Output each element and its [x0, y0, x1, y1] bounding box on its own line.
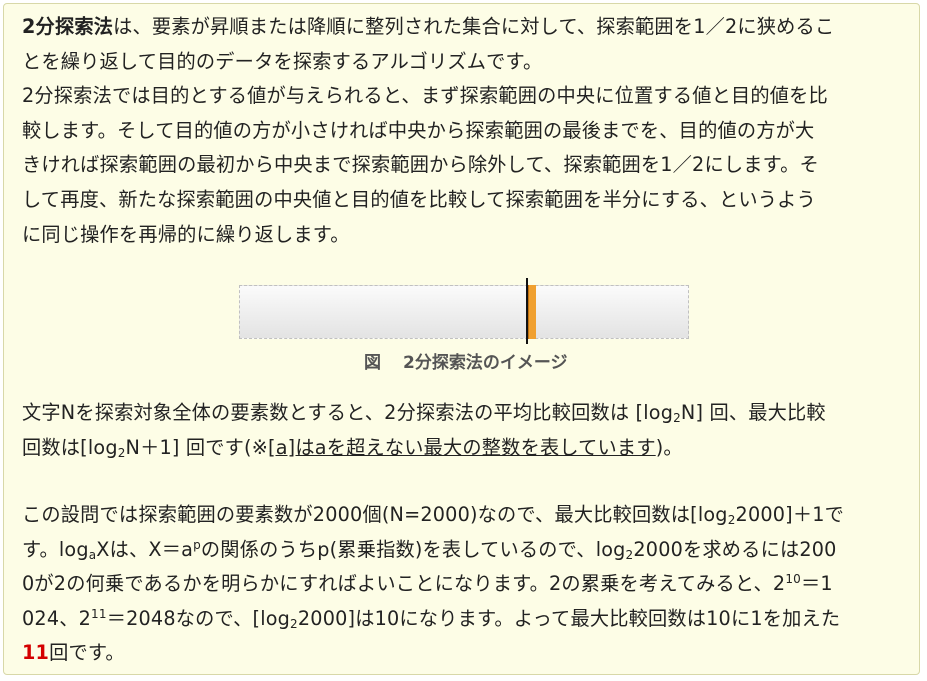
text-line: す。logaXは、X＝apの関係のうちp(累乗指数)を表しているので、log22… [22, 533, 907, 568]
text-line: 回数は[log2N＋1] 回です(※[a]はaを超えない最大の整数を表しています… [22, 431, 907, 466]
text-span: 回数は[log [22, 435, 118, 459]
text-line: 較します。そして目的値の方が小さければ中央から探索範囲の最後までを、目的値の方が… [22, 118, 815, 142]
text-span: N] 回、最大比較 [680, 401, 826, 424]
superscript: p [193, 537, 201, 552]
binary-search-figure [239, 278, 689, 344]
caption-label: 図 [364, 353, 381, 373]
text-line: この設問では探索範囲の要素数が2000個(N=2000)なので、最大比較回数は[… [22, 498, 907, 533]
paragraph-solution: この設問では探索範囲の要素数が2000個(N=2000)なので、最大比較回数は[… [22, 498, 907, 671]
term-binary-search: 2分探索法 [22, 15, 114, 38]
text-span: ＝2048なので、[log [106, 606, 291, 630]
text-span: 024、2 [22, 606, 92, 630]
caption-text: 2分探索法のイメージ [403, 353, 568, 373]
text-span: ＝1 [801, 572, 833, 596]
subscript: 2 [673, 411, 681, 425]
answer-value: 11 [22, 641, 50, 665]
text-line: 文字Nを探索対象全体の要素数とすると、2分探索法の平均比較回数は [log2N]… [22, 396, 907, 431]
text-line: して再度、新たな探索範囲の中央値と目的値を比較して探索範囲を半分にする、というよ… [22, 187, 816, 211]
figure-caption: 図 2分探索法のイメージ [364, 351, 568, 375]
text-line: 2分探索法は、要素が昇順または降順に整列された集合に対して、探索範囲を1／2に狭… [22, 10, 907, 45]
text-line: とを繰り返して目的のデータを探索するアルゴリズムです。 [22, 49, 543, 73]
text-line: 11回です。 [22, 636, 907, 671]
text-span: 0が2の何乗であるかを明らかにすればよいことになります。2の累乗を考えてみると、… [22, 572, 786, 596]
underlined-note: [a]はaを超えない最大の整数を表しています [268, 435, 656, 459]
superscript: 10 [785, 572, 801, 587]
text-line: に同じ操作を再帰的に繰り返します。 [22, 222, 350, 246]
middle-element-marker [528, 285, 536, 339]
text-span: 2000]は10になります。よって最大比較回数は10に1を加えた [297, 606, 841, 630]
text-span: 2000]＋1で [735, 503, 845, 526]
paragraph-definition: 2分探索法は、要素が昇順または降順に整列された集合に対して、探索範囲を1／2に狭… [22, 10, 907, 252]
subscript: 2 [290, 616, 298, 631]
text-span: す。log [22, 537, 89, 561]
text-span: 回です。 [49, 641, 125, 665]
subscript: 2 [117, 445, 126, 460]
text-span: 文字Nを探索対象全体の要素数とすると、2分探索法の平均比較回数は [log [22, 401, 674, 424]
text-line: 024、211＝2048なので、[log22000]は10になります。よって最大… [22, 602, 907, 637]
text-span: )。 [655, 435, 683, 459]
superscript: 11 [91, 606, 107, 621]
search-range-bar [239, 285, 689, 339]
text-line: 0が2の何乗であるかを明らかにすればよいことになります。2の累乗を考えてみると、… [22, 567, 907, 602]
text-line: きければ探索範囲の最初から中央まで探索範囲から除外して、探索範囲を1／2にします… [22, 153, 819, 177]
text-span: は、要素が昇順または降順に整列された集合に対して、探索範囲を1／2に狭めるこ [113, 15, 835, 38]
text-line: 2分探索法では目的とする値が与えられると、まず探索範囲の中央に位置する値と目的値… [22, 84, 828, 108]
text-span: この設問では探索範囲の要素数が2000個(N=2000)なので、最大比較回数は[… [22, 503, 728, 526]
text-span: の関係のうちp(累乗指数)を表しているので、log [200, 537, 626, 561]
paragraph-comparison-count: 文字Nを探索対象全体の要素数とすると、2分探索法の平均比較回数は [log2N]… [22, 396, 907, 465]
text-span: Xは、X＝a [96, 537, 194, 561]
subscript: 2 [727, 513, 736, 527]
text-span: 2000を求めるには200 [633, 537, 837, 561]
text-span: N＋1] 回です(※ [125, 435, 269, 459]
